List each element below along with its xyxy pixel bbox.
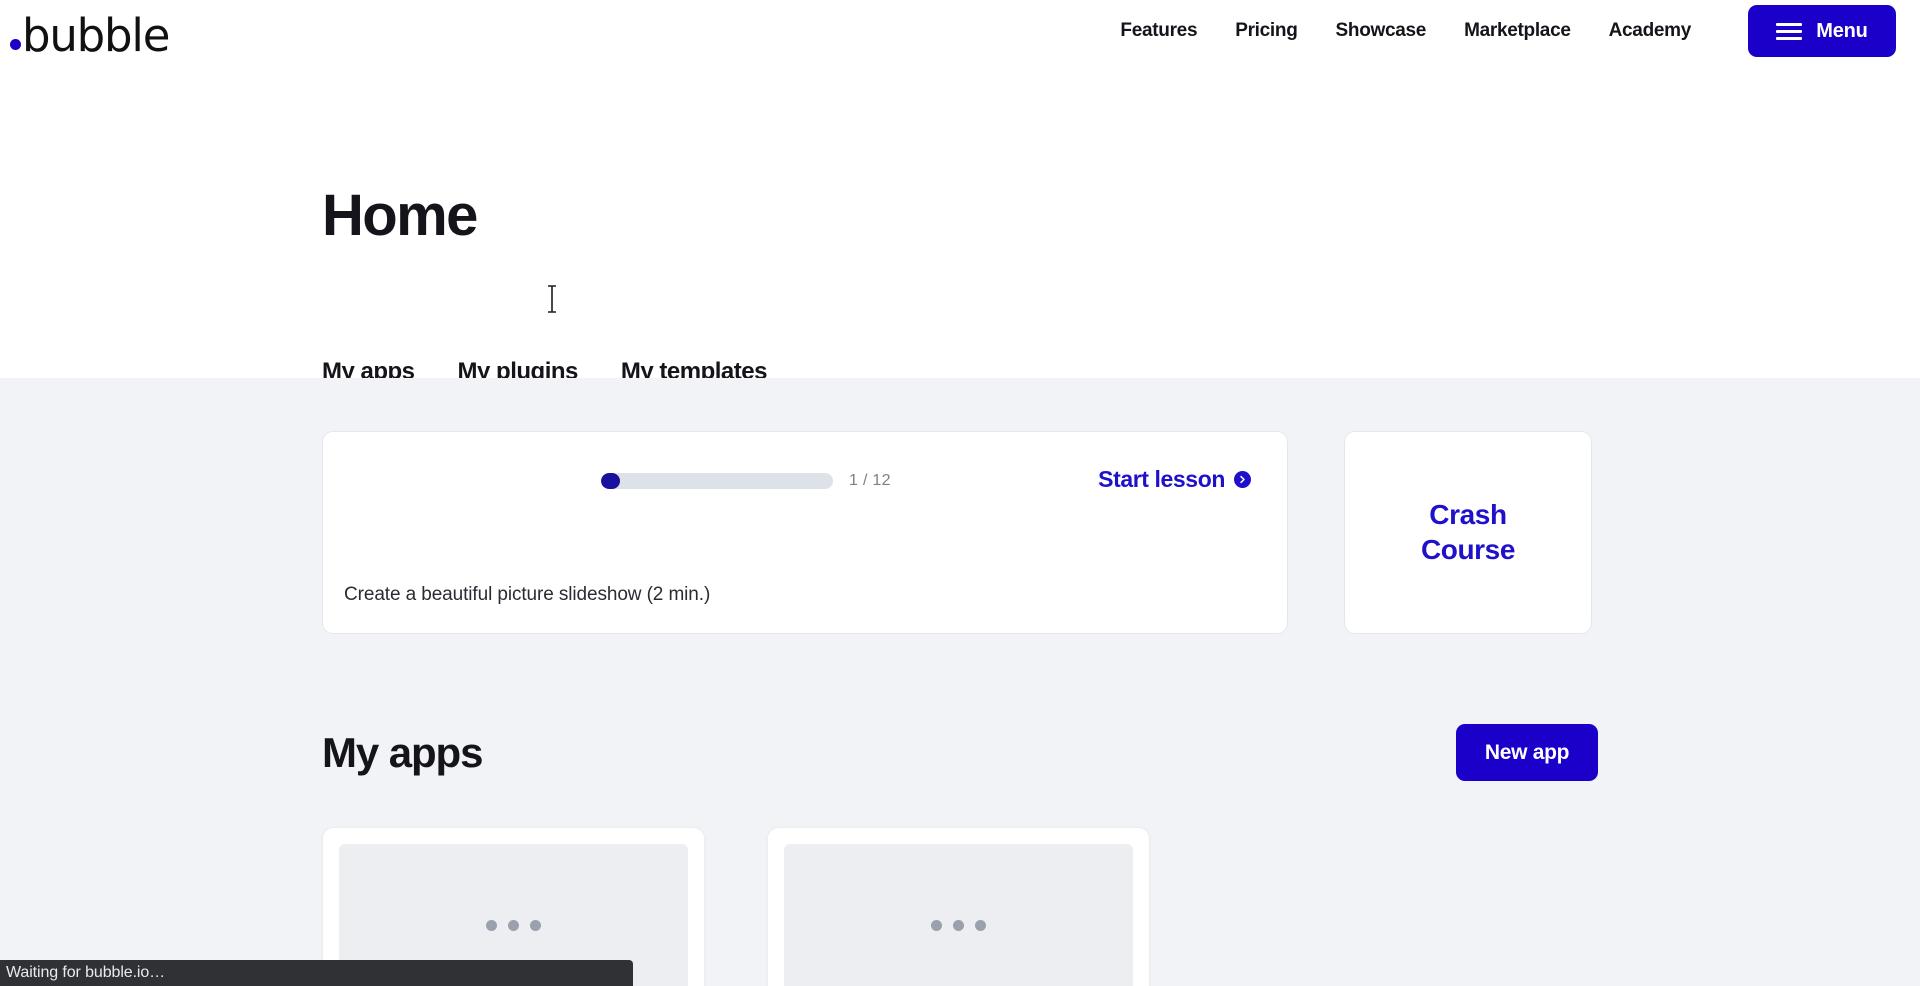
lesson-progress-group: 1 / 12 [601,472,891,490]
my-apps-title: My apps [322,728,483,776]
loading-dot [530,919,541,931]
status-bar-text: Waiting for bubble.io… [6,964,166,981]
lesson-caption: Create a beautiful picture slideshow (2 … [344,584,711,605]
lesson-progress-card: 1 / 12 Start lesson Create a beautiful p… [322,431,1288,634]
nav-link-pricing[interactable]: Pricing [1216,20,1316,42]
primary-nav-links: Features Pricing Showcase Marketplace Ac… [1101,0,1710,62]
three-dots-loading-icon [784,844,1133,986]
nav-link-marketplace[interactable]: Marketplace [1445,20,1590,42]
crash-course-label: Crash Course [1420,499,1516,565]
page-title: Home [322,183,478,248]
app-card[interactable] [767,827,1150,986]
lesson-progress-fill [601,473,621,489]
main-content-area: 1 / 12 Start lesson Create a beautiful p… [0,378,1920,986]
loading-dot [953,919,964,931]
new-app-button[interactable]: New app [1456,724,1598,781]
loading-dot [508,919,519,931]
loading-dot [931,919,942,931]
start-lesson-label: Start lesson [1098,466,1225,492]
nav-link-showcase[interactable]: Showcase [1317,20,1446,42]
hamburger-icon [1776,22,1803,40]
menu-button-label: Menu [1816,19,1868,42]
logo-dot-icon [10,39,21,50]
page-header-band: Home My apps My plugins My templates [0,62,1920,400]
lesson-progress-label: 1 / 12 [849,472,891,489]
start-lesson-link[interactable]: Start lesson [1098,466,1251,493]
browser-status-bar: Waiting for bubble.io… [0,960,633,986]
logo-wordmark: bubble [22,8,170,62]
nav-link-features[interactable]: Features [1101,20,1216,42]
arrow-right-circle-icon [1234,471,1251,488]
menu-button[interactable]: Menu [1748,5,1896,57]
nav-link-academy[interactable]: Academy [1590,20,1710,42]
my-apps-section-header: My apps New app [322,724,1598,781]
text-cursor-ibeam-icon [546,284,558,314]
top-navigation-bar: bubble Features Pricing Showcase Marketp… [0,0,1920,62]
bubble-logo[interactable]: bubble [10,6,170,62]
lesson-progress-bar [601,473,833,489]
loading-dot [975,919,986,931]
loading-dot [486,919,497,931]
top-cards-row: 1 / 12 Start lesson Create a beautiful p… [322,378,1598,634]
crash-course-card[interactable]: Crash Course [1344,431,1592,634]
